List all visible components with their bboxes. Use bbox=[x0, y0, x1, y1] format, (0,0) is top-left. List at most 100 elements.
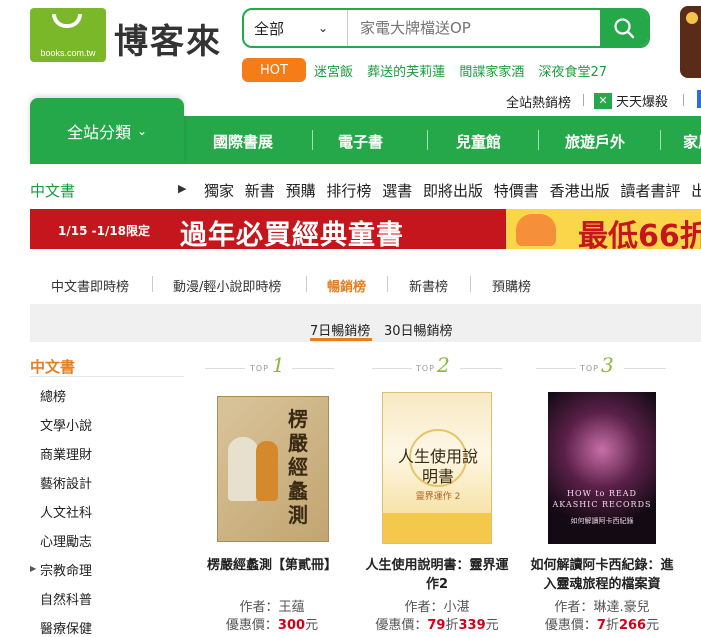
util-link-icon[interactable] bbox=[697, 90, 701, 108]
divider bbox=[372, 368, 412, 369]
nav-link[interactable]: 兒童館 bbox=[456, 131, 501, 152]
book-price: 優惠價：79折339元 bbox=[362, 614, 512, 633]
daily-deal-label: 天天爆殺 bbox=[616, 95, 669, 110]
promo-banner[interactable]: 1/15 -1/18限定 過年必買經典童書 最低66折 bbox=[30, 209, 701, 249]
category-link[interactable]: 獨家 bbox=[204, 182, 234, 200]
book-title[interactable]: 楞嚴經蠡測【第貳冊】 bbox=[200, 556, 344, 575]
category-link[interactable]: 新書 bbox=[245, 182, 275, 200]
hot-keyword-link[interactable]: 葬送的芙莉蓮 bbox=[367, 65, 445, 80]
rank-label: TOP bbox=[250, 364, 270, 373]
author-label: 作者： bbox=[554, 600, 594, 615]
active-tab-indicator bbox=[310, 338, 372, 341]
sidebar-item[interactable]: 自然科普 bbox=[40, 589, 92, 608]
sidebar-item[interactable]: 人文社科 bbox=[40, 502, 92, 521]
category-link[interactable]: 香港出版 bbox=[550, 182, 610, 200]
category-title[interactable]: 中文書 bbox=[30, 180, 75, 201]
nav-link[interactable]: 電子書 bbox=[338, 131, 383, 152]
author-label: 作者： bbox=[239, 600, 279, 615]
category-link[interactable]: 預購 bbox=[286, 182, 316, 200]
search-scope-label: 全部 bbox=[254, 19, 285, 38]
hot-badge: HOT bbox=[242, 58, 306, 82]
category-link[interactable]: 讀者書評 bbox=[620, 182, 680, 200]
book-cover[interactable]: 楞嚴經蠡測 bbox=[217, 396, 329, 542]
sidebar-item[interactable]: 心理勵志 bbox=[40, 531, 92, 550]
divider bbox=[30, 376, 184, 377]
sidebar-item[interactable]: 醫療保健 bbox=[40, 618, 92, 637]
search-scope-select[interactable]: 全部 ⌄ bbox=[244, 10, 348, 46]
daily-deal-link[interactable]: ✕ 天天爆殺 bbox=[594, 91, 668, 110]
category-link[interactable]: 選書 bbox=[382, 182, 412, 200]
promo-dot-icon bbox=[686, 12, 698, 24]
hot-keyword-link[interactable]: 深夜食堂27 bbox=[538, 65, 607, 80]
sidebar-item[interactable]: 宗教命理 bbox=[40, 560, 92, 579]
divider bbox=[536, 368, 576, 369]
nav-link[interactable]: 旅遊戶外 bbox=[565, 131, 625, 152]
discount-value: 7 bbox=[596, 618, 606, 633]
hot-sales-link[interactable]: 全站熱銷榜 bbox=[506, 92, 571, 111]
author-name[interactable]: 王蕴 bbox=[279, 600, 305, 615]
sidebar-item[interactable]: 藝術設計 bbox=[40, 473, 92, 492]
tab-comic-realtime[interactable]: 動漫/輕小說即時榜 bbox=[173, 276, 281, 295]
author-name[interactable]: 小湛 bbox=[444, 600, 470, 615]
tab-new-books[interactable]: 新書榜 bbox=[409, 276, 448, 295]
tab-chinese-realtime[interactable]: 中文書即時榜 bbox=[51, 276, 129, 295]
hot-keyword-link[interactable]: 間諜家家酒 bbox=[459, 65, 524, 80]
book-author: 作者：琳達.豪兒 bbox=[528, 596, 676, 615]
category-links: 獨家 新書 預購 排行榜 選書 即將出版 特價書 香港出版 讀者書評 出版 bbox=[204, 180, 701, 201]
rank-number: 2 bbox=[437, 353, 450, 377]
play-arrow-icon: ▶ bbox=[178, 182, 187, 195]
banner-headline: 過年必買經典童書 bbox=[180, 220, 404, 249]
book-cover[interactable]: 人生使用說明書 靈界運作 2 bbox=[382, 392, 492, 544]
search-button[interactable] bbox=[600, 10, 648, 46]
book-title[interactable]: 人生使用說明書：靈界運作2 bbox=[362, 556, 512, 594]
book-author: 作者：王蕴 bbox=[200, 596, 344, 615]
divider bbox=[538, 130, 539, 150]
author-label: 作者： bbox=[404, 600, 444, 615]
divider bbox=[387, 276, 388, 292]
hot-keyword-link[interactable]: 迷宮飯 bbox=[314, 65, 353, 80]
search-input[interactable] bbox=[348, 10, 600, 46]
tab-30-day[interactable]: 30日暢銷榜 bbox=[384, 320, 453, 339]
divider bbox=[583, 94, 584, 106]
divider bbox=[470, 276, 471, 292]
divider bbox=[292, 368, 334, 369]
price-currency: 元 bbox=[646, 618, 660, 633]
category-link[interactable]: 特價書 bbox=[494, 182, 539, 200]
book-title[interactable]: 如何解讀阿卡西紀錄：進入靈魂旅程的檔案資 bbox=[528, 556, 676, 594]
divider bbox=[205, 368, 245, 369]
category-link[interactable]: 排行榜 bbox=[326, 182, 371, 200]
site-logo[interactable]: books.com.tw bbox=[30, 8, 106, 62]
tab-preorder[interactable]: 預購榜 bbox=[492, 276, 531, 295]
promo-thumbnail[interactable] bbox=[680, 6, 701, 78]
divider bbox=[152, 276, 153, 292]
cover-title: HOW to READ AKASHIC RECORDS bbox=[552, 489, 652, 509]
price-label: 優惠價： bbox=[225, 618, 278, 633]
nav-link[interactable]: 國際書展 bbox=[213, 131, 273, 152]
sidebar-item[interactable]: 商業理財 bbox=[40, 444, 92, 463]
category-link[interactable]: 即將出版 bbox=[423, 182, 483, 200]
sidebar-item[interactable]: 總榜 bbox=[40, 386, 66, 405]
tab-bestseller[interactable]: 暢銷榜 bbox=[327, 276, 366, 295]
book-author: 作者：小湛 bbox=[362, 596, 512, 615]
sidebar-item[interactable]: 文學小說 bbox=[40, 415, 92, 434]
discount-unit: 折 bbox=[605, 618, 619, 633]
tab-7-day[interactable]: 7日暢銷榜 bbox=[310, 320, 370, 339]
cover-title: 人生使用說明書 bbox=[397, 447, 478, 486]
author-name[interactable]: 琳達.豪兒 bbox=[593, 600, 649, 615]
divider bbox=[683, 94, 684, 106]
price-currency: 元 bbox=[305, 618, 319, 633]
rank-label: TOP bbox=[580, 364, 600, 373]
mascot-icon bbox=[516, 214, 556, 246]
search-icon bbox=[614, 18, 635, 39]
sidebar-title: 中文書 bbox=[30, 358, 76, 376]
book-cover[interactable]: HOW to READ AKASHIC RECORDS 如何解讀阿卡西紀錄 bbox=[548, 392, 656, 544]
price-value: 266 bbox=[618, 618, 647, 633]
discount-unit: 折 bbox=[445, 618, 459, 633]
price-currency: 元 bbox=[485, 618, 499, 633]
discount-value: 79 bbox=[427, 618, 446, 633]
all-categories-button[interactable]: 全站分類 ⌄ bbox=[30, 98, 184, 164]
logo-name[interactable]: 博客來 bbox=[114, 14, 222, 63]
nav-link[interactable]: 家居 bbox=[683, 131, 701, 152]
logo-url: books.com.tw bbox=[40, 48, 96, 58]
category-link[interactable]: 出版 bbox=[691, 182, 701, 200]
